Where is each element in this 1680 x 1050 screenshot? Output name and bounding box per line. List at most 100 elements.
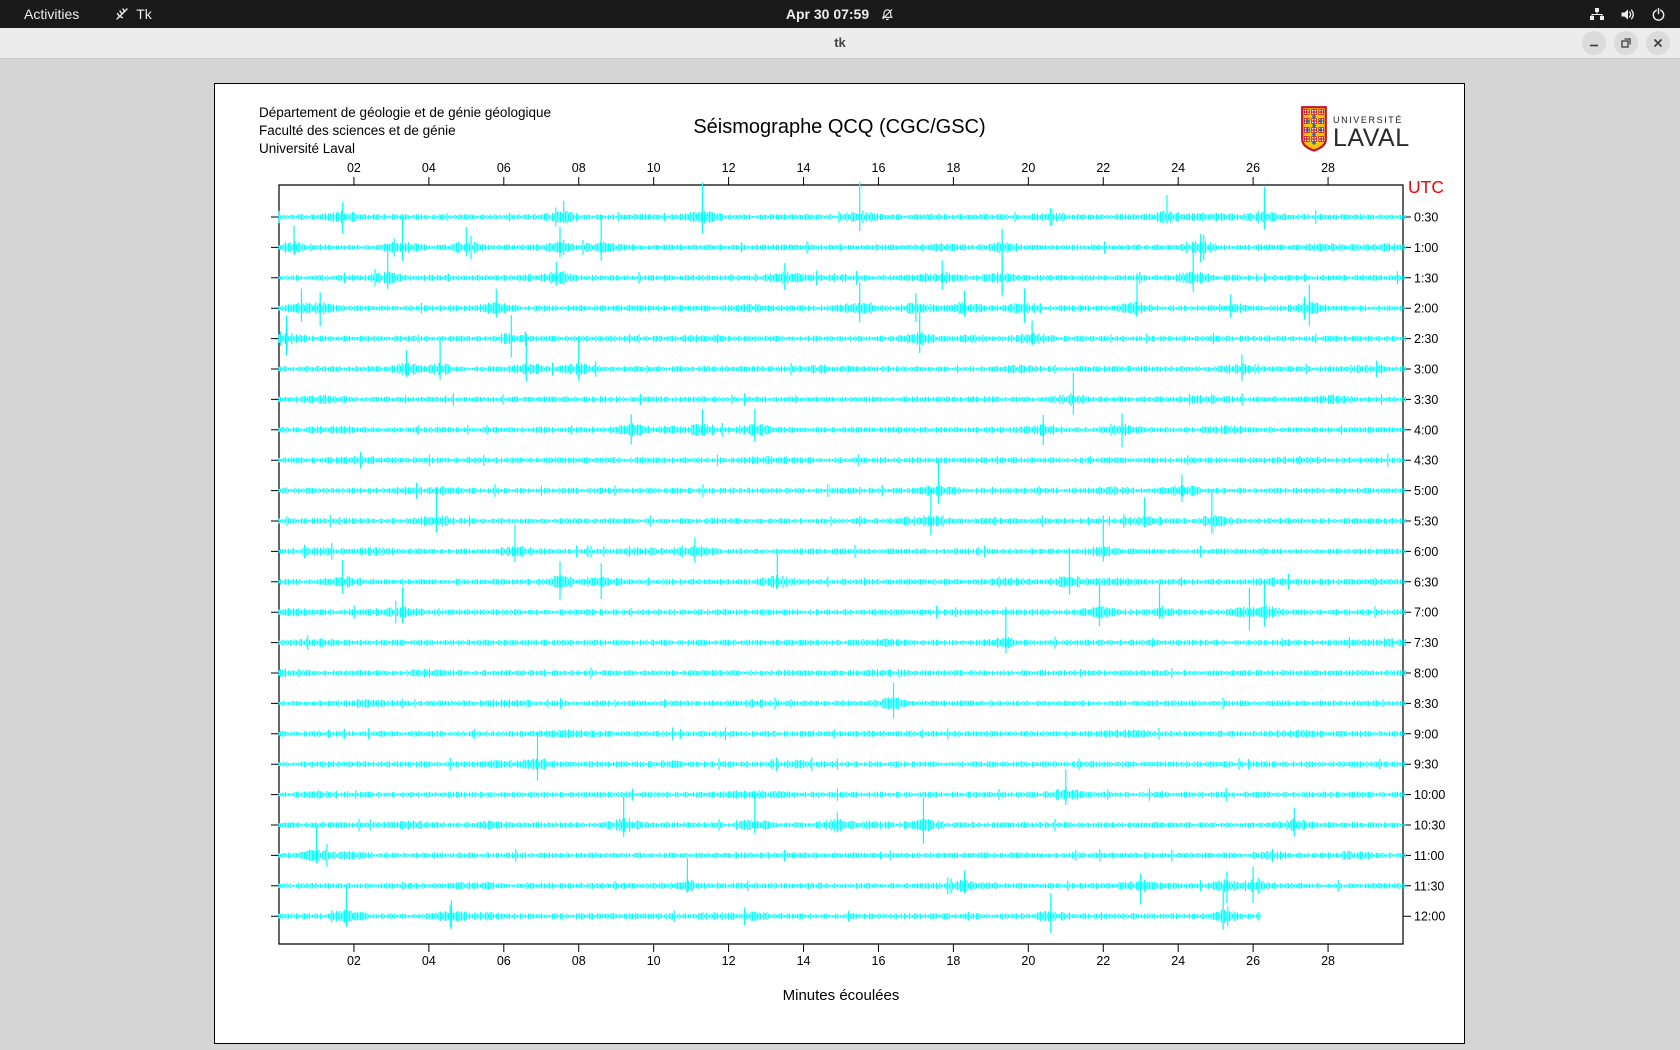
event-spikes-11:30 xyxy=(686,858,1254,905)
x-tick-label-bottom: 12 xyxy=(722,954,736,968)
event-spikes-5:00 xyxy=(937,458,1183,504)
x-tick-label-top: 08 xyxy=(572,161,586,175)
trace-row-9:30 xyxy=(278,757,1406,772)
trace-row-5:00 xyxy=(278,482,1406,499)
event-spikes-1:30 xyxy=(387,243,1194,297)
activities-button[interactable]: Activities xyxy=(16,4,87,24)
x-tick-label-top: 18 xyxy=(946,161,960,175)
utc-row-label: 11:30 xyxy=(1414,879,1444,893)
window-title-bar[interactable]: tk xyxy=(0,28,1680,59)
trace-row-3:30 xyxy=(278,392,1406,406)
x-tick-label-top: 14 xyxy=(797,161,811,175)
event-spikes-10:30 xyxy=(623,793,1295,844)
trace-row-5:30 xyxy=(278,513,1406,529)
close-button[interactable] xyxy=(1646,31,1670,55)
event-spikes-7:00 xyxy=(402,580,1265,631)
trace-row-0:30 xyxy=(278,207,1406,227)
x-tick-label-top: 22 xyxy=(1096,161,1110,175)
trace-row-6:00 xyxy=(278,542,1406,560)
x-tick-label-top: 12 xyxy=(722,161,736,175)
tk-app-menu[interactable]: Tk xyxy=(115,6,152,22)
event-spikes-5:30 xyxy=(435,487,1213,536)
gnome-top-bar: Activities Tk Apr 30 07:59 xyxy=(0,0,1680,28)
trace-row-4:30 xyxy=(278,451,1406,469)
minimize-icon xyxy=(1590,44,1598,47)
trace-row-1:30 xyxy=(278,262,1406,293)
tk-app-icon xyxy=(115,7,129,21)
utc-row-label: 2:30 xyxy=(1414,332,1438,346)
x-tick-label-top: 26 xyxy=(1246,161,1260,175)
x-tick-label-bottom: 28 xyxy=(1321,954,1335,968)
clock-label: Apr 30 07:59 xyxy=(785,6,870,22)
utc-row-label: 8:30 xyxy=(1414,697,1438,711)
utc-row-label: 8:00 xyxy=(1414,667,1438,681)
utc-row-label: 6:30 xyxy=(1414,575,1438,589)
x-tick-label-top: 10 xyxy=(647,161,661,175)
event-spikes-12:00 xyxy=(345,884,1224,934)
trace-row-8:30 xyxy=(278,697,1406,710)
seismograph-canvas: Département de géologie et de génie géol… xyxy=(214,83,1465,1044)
utc-axis-label: UTC xyxy=(1408,177,1444,197)
x-tick-label-bottom: 06 xyxy=(497,954,511,968)
trace-row-2:00 xyxy=(278,296,1406,320)
utc-row-label: 4:00 xyxy=(1414,423,1438,437)
trace-row-12:00 xyxy=(278,905,1261,928)
trace-row-7:00 xyxy=(278,600,1406,624)
trace-row-10:30 xyxy=(278,818,1406,832)
utc-row-label: 10:00 xyxy=(1414,788,1445,802)
event-spikes-2:30 xyxy=(285,312,1033,358)
utc-row-label: 7:30 xyxy=(1414,636,1438,650)
x-tick-label-bottom: 10 xyxy=(647,954,661,968)
system-status-area[interactable] xyxy=(1589,6,1666,22)
trace-row-11:30 xyxy=(278,877,1406,895)
clock-button[interactable]: Apr 30 07:59 xyxy=(786,6,894,22)
trace-row-8:00 xyxy=(278,667,1406,679)
network-wired-icon xyxy=(1589,7,1605,22)
trace-row-9:00 xyxy=(278,727,1406,741)
utc-row-label: 6:00 xyxy=(1414,545,1438,559)
maximize-icon xyxy=(1621,38,1631,48)
x-tick-label-bottom: 22 xyxy=(1096,954,1110,968)
trace-row-1:00 xyxy=(278,234,1406,261)
window-title: tk xyxy=(834,35,846,50)
event-spikes-6:30 xyxy=(342,547,1071,600)
utc-row-label: 3:30 xyxy=(1414,393,1438,407)
x-tick-label-bottom: 14 xyxy=(797,954,811,968)
x-tick-label-top: 16 xyxy=(872,161,886,175)
utc-row-label: 12:00 xyxy=(1414,910,1445,924)
utc-row-label: 7:00 xyxy=(1414,606,1438,620)
utc-row-label: 5:30 xyxy=(1414,515,1438,529)
x-tick-label-bottom: 08 xyxy=(572,954,586,968)
volume-icon xyxy=(1620,7,1636,22)
minimize-button[interactable] xyxy=(1582,31,1606,55)
notifications-disabled-icon xyxy=(881,8,894,21)
event-spikes-0:30 xyxy=(342,181,1265,234)
maximize-button[interactable] xyxy=(1614,31,1638,55)
x-tick-label-bottom: 26 xyxy=(1246,954,1260,968)
x-tick-label-top: 02 xyxy=(347,161,361,175)
x-tick-label-bottom: 16 xyxy=(872,954,886,968)
tk-app-label: Tk xyxy=(136,6,152,22)
x-tick-label-bottom: 04 xyxy=(422,954,436,968)
utc-row-label: 4:30 xyxy=(1414,454,1438,468)
trace-row-2:30 xyxy=(278,325,1406,352)
event-spikes-1:00 xyxy=(293,214,1202,264)
utc-row-label: 10:30 xyxy=(1414,819,1445,833)
trace-row-7:30 xyxy=(278,635,1406,650)
trace-row-3:00 xyxy=(278,360,1406,378)
utc-row-label: 1:30 xyxy=(1414,271,1438,285)
utc-row-label: 9:00 xyxy=(1414,727,1438,741)
x-tick-label-bottom: 24 xyxy=(1171,954,1185,968)
utc-row-label: 2:00 xyxy=(1414,302,1438,316)
tk-window-body: Département de géologie et de génie géol… xyxy=(0,59,1680,1050)
event-spikes-2:00 xyxy=(300,273,1310,327)
trace-row-10:00 xyxy=(278,788,1406,802)
x-axis-label: Minutes écoulées xyxy=(783,987,900,1004)
x-tick-label-bottom: 20 xyxy=(1021,954,1035,968)
utc-row-label: 5:00 xyxy=(1414,484,1438,498)
trace-row-6:30 xyxy=(278,573,1406,590)
utc-row-label: 1:00 xyxy=(1414,241,1438,255)
trace-row-11:00 xyxy=(278,844,1406,867)
close-icon xyxy=(1653,38,1663,48)
x-tick-label-top: 04 xyxy=(422,161,436,175)
